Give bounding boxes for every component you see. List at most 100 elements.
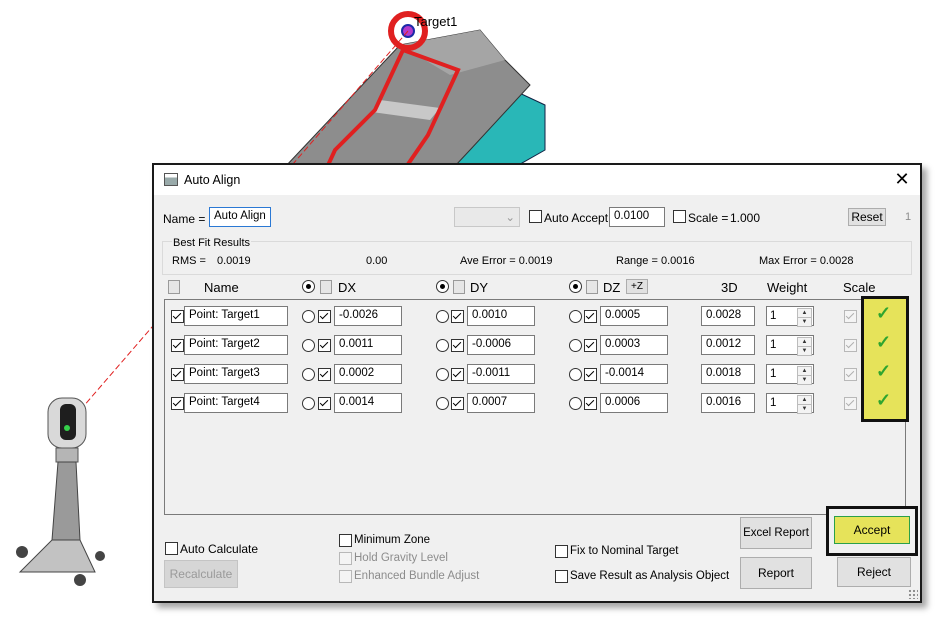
row-dy-radio[interactable] — [436, 368, 449, 381]
row-enable-checkbox[interactable] — [171, 397, 184, 410]
enhanced-bundle-checkbox[interactable] — [339, 570, 352, 583]
row-dz-field[interactable]: 0.0006 — [600, 393, 668, 413]
row-dy-checkbox[interactable] — [451, 397, 464, 410]
row-dx-radio[interactable] — [302, 397, 315, 410]
row-dy-field[interactable]: 0.0010 — [467, 306, 535, 326]
row-enable-checkbox[interactable] — [171, 339, 184, 352]
row-dz-checkbox[interactable] — [584, 339, 597, 352]
row-dx-checkbox[interactable] — [318, 339, 331, 352]
spin-down-icon[interactable]: ▼ — [797, 346, 812, 356]
row-dy-field[interactable]: 0.0007 — [467, 393, 535, 413]
row-dy-checkbox[interactable] — [451, 310, 464, 323]
row-scale-checkbox[interactable] — [844, 339, 857, 352]
laser-tracker-icon — [16, 397, 105, 586]
plus-z-button[interactable]: +Z — [626, 279, 648, 294]
row-dy-radio[interactable] — [436, 310, 449, 323]
fix-nominal-checkbox[interactable] — [555, 545, 568, 558]
row-dz-radio[interactable] — [569, 368, 582, 381]
row-enable-checkbox[interactable] — [171, 368, 184, 381]
row-name-field[interactable]: Point: Target3 — [184, 364, 288, 384]
range: Range = 0.0016 — [616, 255, 695, 267]
reject-button[interactable]: Reject — [837, 557, 911, 587]
scale-check-icon: ✓ — [876, 390, 892, 410]
row-dz-checkbox[interactable] — [584, 397, 597, 410]
save-result-checkbox[interactable] — [555, 570, 568, 583]
accept-button[interactable]: Accept — [834, 516, 910, 544]
row-dz-checkbox[interactable] — [584, 310, 597, 323]
row-dz-field[interactable]: -0.0014 — [600, 364, 668, 384]
row-weight-value: 1 — [770, 339, 777, 351]
row-enable-checkbox[interactable] — [171, 310, 184, 323]
row-weight-spinner[interactable]: 1 ▲ ▼ — [766, 306, 814, 327]
row-weight-spinner[interactable]: 1 ▲ ▼ — [766, 364, 814, 385]
excel-report-button[interactable]: Excel Report — [740, 517, 812, 549]
fix-nominal-label: Fix to Nominal Target — [570, 545, 679, 557]
reset-button[interactable]: Reset — [848, 208, 886, 226]
recalculate-button[interactable]: Recalculate — [164, 560, 238, 588]
row-dx-checkbox[interactable] — [318, 368, 331, 381]
scale-highlight: ✓ ✓ ✓ ✓ — [861, 296, 909, 422]
window-icon — [164, 173, 178, 186]
row-dx-checkbox[interactable] — [318, 397, 331, 410]
auto-accept-input[interactable]: 0.0100 — [609, 207, 665, 227]
row-name-field[interactable]: Point: Target4 — [184, 393, 288, 413]
row-weight-spinner[interactable]: 1 ▲ ▼ — [766, 393, 814, 414]
dy-radio[interactable] — [436, 280, 449, 293]
row-name-field[interactable]: Point: Target1 — [184, 306, 288, 326]
row-dy-field[interactable]: -0.0011 — [467, 364, 535, 384]
row-dx-field[interactable]: -0.0026 — [334, 306, 402, 326]
row-dy-radio[interactable] — [436, 397, 449, 410]
spin-down-icon[interactable]: ▼ — [797, 404, 812, 414]
col-3d: 3D — [721, 280, 738, 295]
row-dx-radio[interactable] — [302, 339, 315, 352]
save-result-label: Save Result as Analysis Object — [570, 570, 730, 582]
rms-value: 0.0019 — [217, 255, 251, 267]
row-name-field[interactable]: Point: Target2 — [184, 335, 288, 355]
row-dz-radio[interactable] — [569, 339, 582, 352]
row-scale-checkbox[interactable] — [844, 368, 857, 381]
row-dy-checkbox[interactable] — [451, 368, 464, 381]
scale-label: Scale = — [688, 211, 729, 225]
auto-accept-checkbox[interactable] — [529, 210, 542, 223]
row-dz-radio[interactable] — [569, 310, 582, 323]
row-dx-field[interactable]: 0.0002 — [334, 364, 402, 384]
row-weight-spinner[interactable]: 1 ▲ ▼ — [766, 335, 814, 356]
row-scale-checkbox[interactable] — [844, 397, 857, 410]
row-dy-checkbox[interactable] — [451, 339, 464, 352]
spin-down-icon[interactable]: ▼ — [797, 317, 812, 327]
dialog-title: Auto Align — [184, 173, 241, 187]
spin-down-icon[interactable]: ▼ — [797, 375, 812, 385]
name-input[interactable]: Auto Align — [209, 207, 271, 227]
dz-toggle[interactable] — [586, 280, 598, 294]
scale-checkbox[interactable] — [673, 210, 686, 223]
row-dx-radio[interactable] — [302, 368, 315, 381]
corner-number: 1 — [905, 211, 912, 223]
row-scale-checkbox[interactable] — [844, 310, 857, 323]
dx-radio[interactable] — [302, 280, 315, 293]
row-dz-field[interactable]: 0.0003 — [600, 335, 668, 355]
row-dx-radio[interactable] — [302, 310, 315, 323]
row-dx-field[interactable]: 0.0014 — [334, 393, 402, 413]
report-button[interactable]: Report — [740, 557, 812, 589]
partial-value: 0.00 — [366, 255, 388, 267]
row-dy-field[interactable]: -0.0006 — [467, 335, 535, 355]
dy-toggle[interactable] — [453, 280, 465, 294]
row-dz-field[interactable]: 0.0005 — [600, 306, 668, 326]
close-icon[interactable]: ✕ — [890, 168, 914, 190]
row-dz-radio[interactable] — [569, 397, 582, 410]
row-dy-radio[interactable] — [436, 339, 449, 352]
dz-radio[interactable] — [569, 280, 582, 293]
row-dx-checkbox[interactable] — [318, 310, 331, 323]
minimum-zone-checkbox[interactable] — [339, 534, 352, 547]
col-dx: DX — [338, 280, 357, 295]
row-dx-field[interactable]: 0.0011 — [334, 335, 402, 355]
select-all-toggle[interactable] — [168, 280, 180, 294]
title-bar[interactable]: Auto Align ✕ — [154, 165, 920, 195]
auto-accept-label: Auto Accept — [544, 211, 609, 225]
minimum-zone-label: Minimum Zone — [354, 534, 431, 546]
hold-gravity-checkbox[interactable] — [339, 552, 352, 565]
row-dz-checkbox[interactable] — [584, 368, 597, 381]
resize-grip[interactable] — [908, 589, 918, 599]
auto-calculate-checkbox[interactable] — [165, 542, 178, 555]
dx-toggle[interactable] — [320, 280, 332, 294]
